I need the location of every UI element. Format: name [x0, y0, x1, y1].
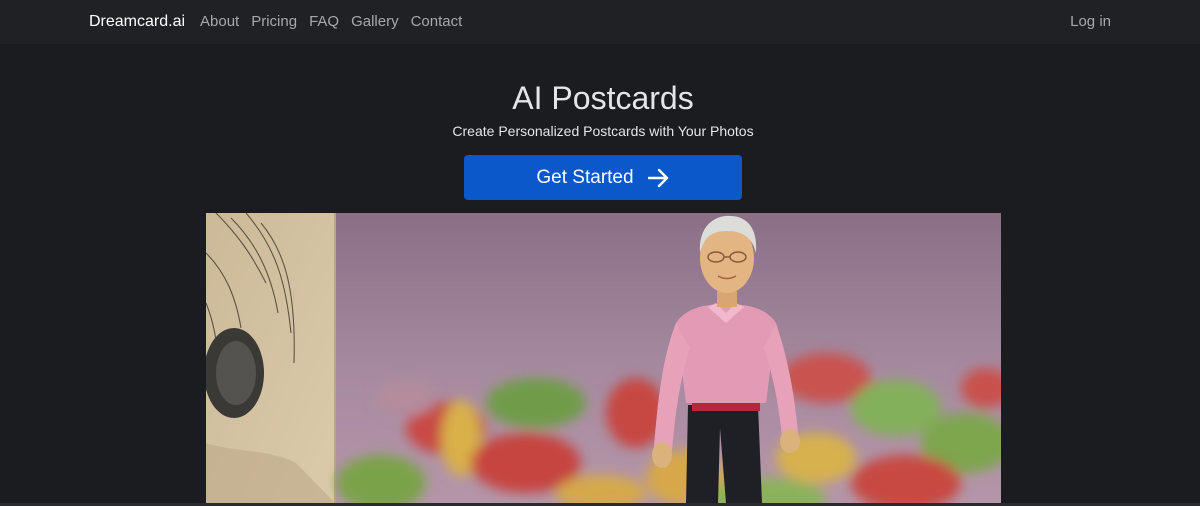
- get-started-button[interactable]: Get Started: [464, 155, 742, 200]
- top-navbar: Dreamcard.ai About Pricing FAQ Gallery C…: [0, 0, 1200, 44]
- showcase-illustration: [206, 213, 1001, 503]
- nav-links: About Pricing FAQ Gallery Contact: [200, 12, 462, 32]
- hero-title: AI Postcards: [512, 80, 694, 116]
- arrow-right-icon: [647, 168, 668, 187]
- nav-link-pricing[interactable]: Pricing: [251, 12, 297, 32]
- hero-subtitle: Create Personalized Postcards with Your …: [452, 123, 754, 139]
- nav-link-contact[interactable]: Contact: [411, 12, 463, 32]
- nav-link-gallery[interactable]: Gallery: [351, 12, 399, 32]
- nav-link-faq[interactable]: FAQ: [309, 12, 339, 32]
- nav-link-about[interactable]: About: [200, 12, 239, 32]
- login-link[interactable]: Log in: [1070, 12, 1111, 32]
- postcard-showcase-image: [206, 213, 1001, 503]
- get-started-label: Get Started: [536, 166, 634, 188]
- brand-logo-link[interactable]: Dreamcard.ai: [89, 12, 185, 32]
